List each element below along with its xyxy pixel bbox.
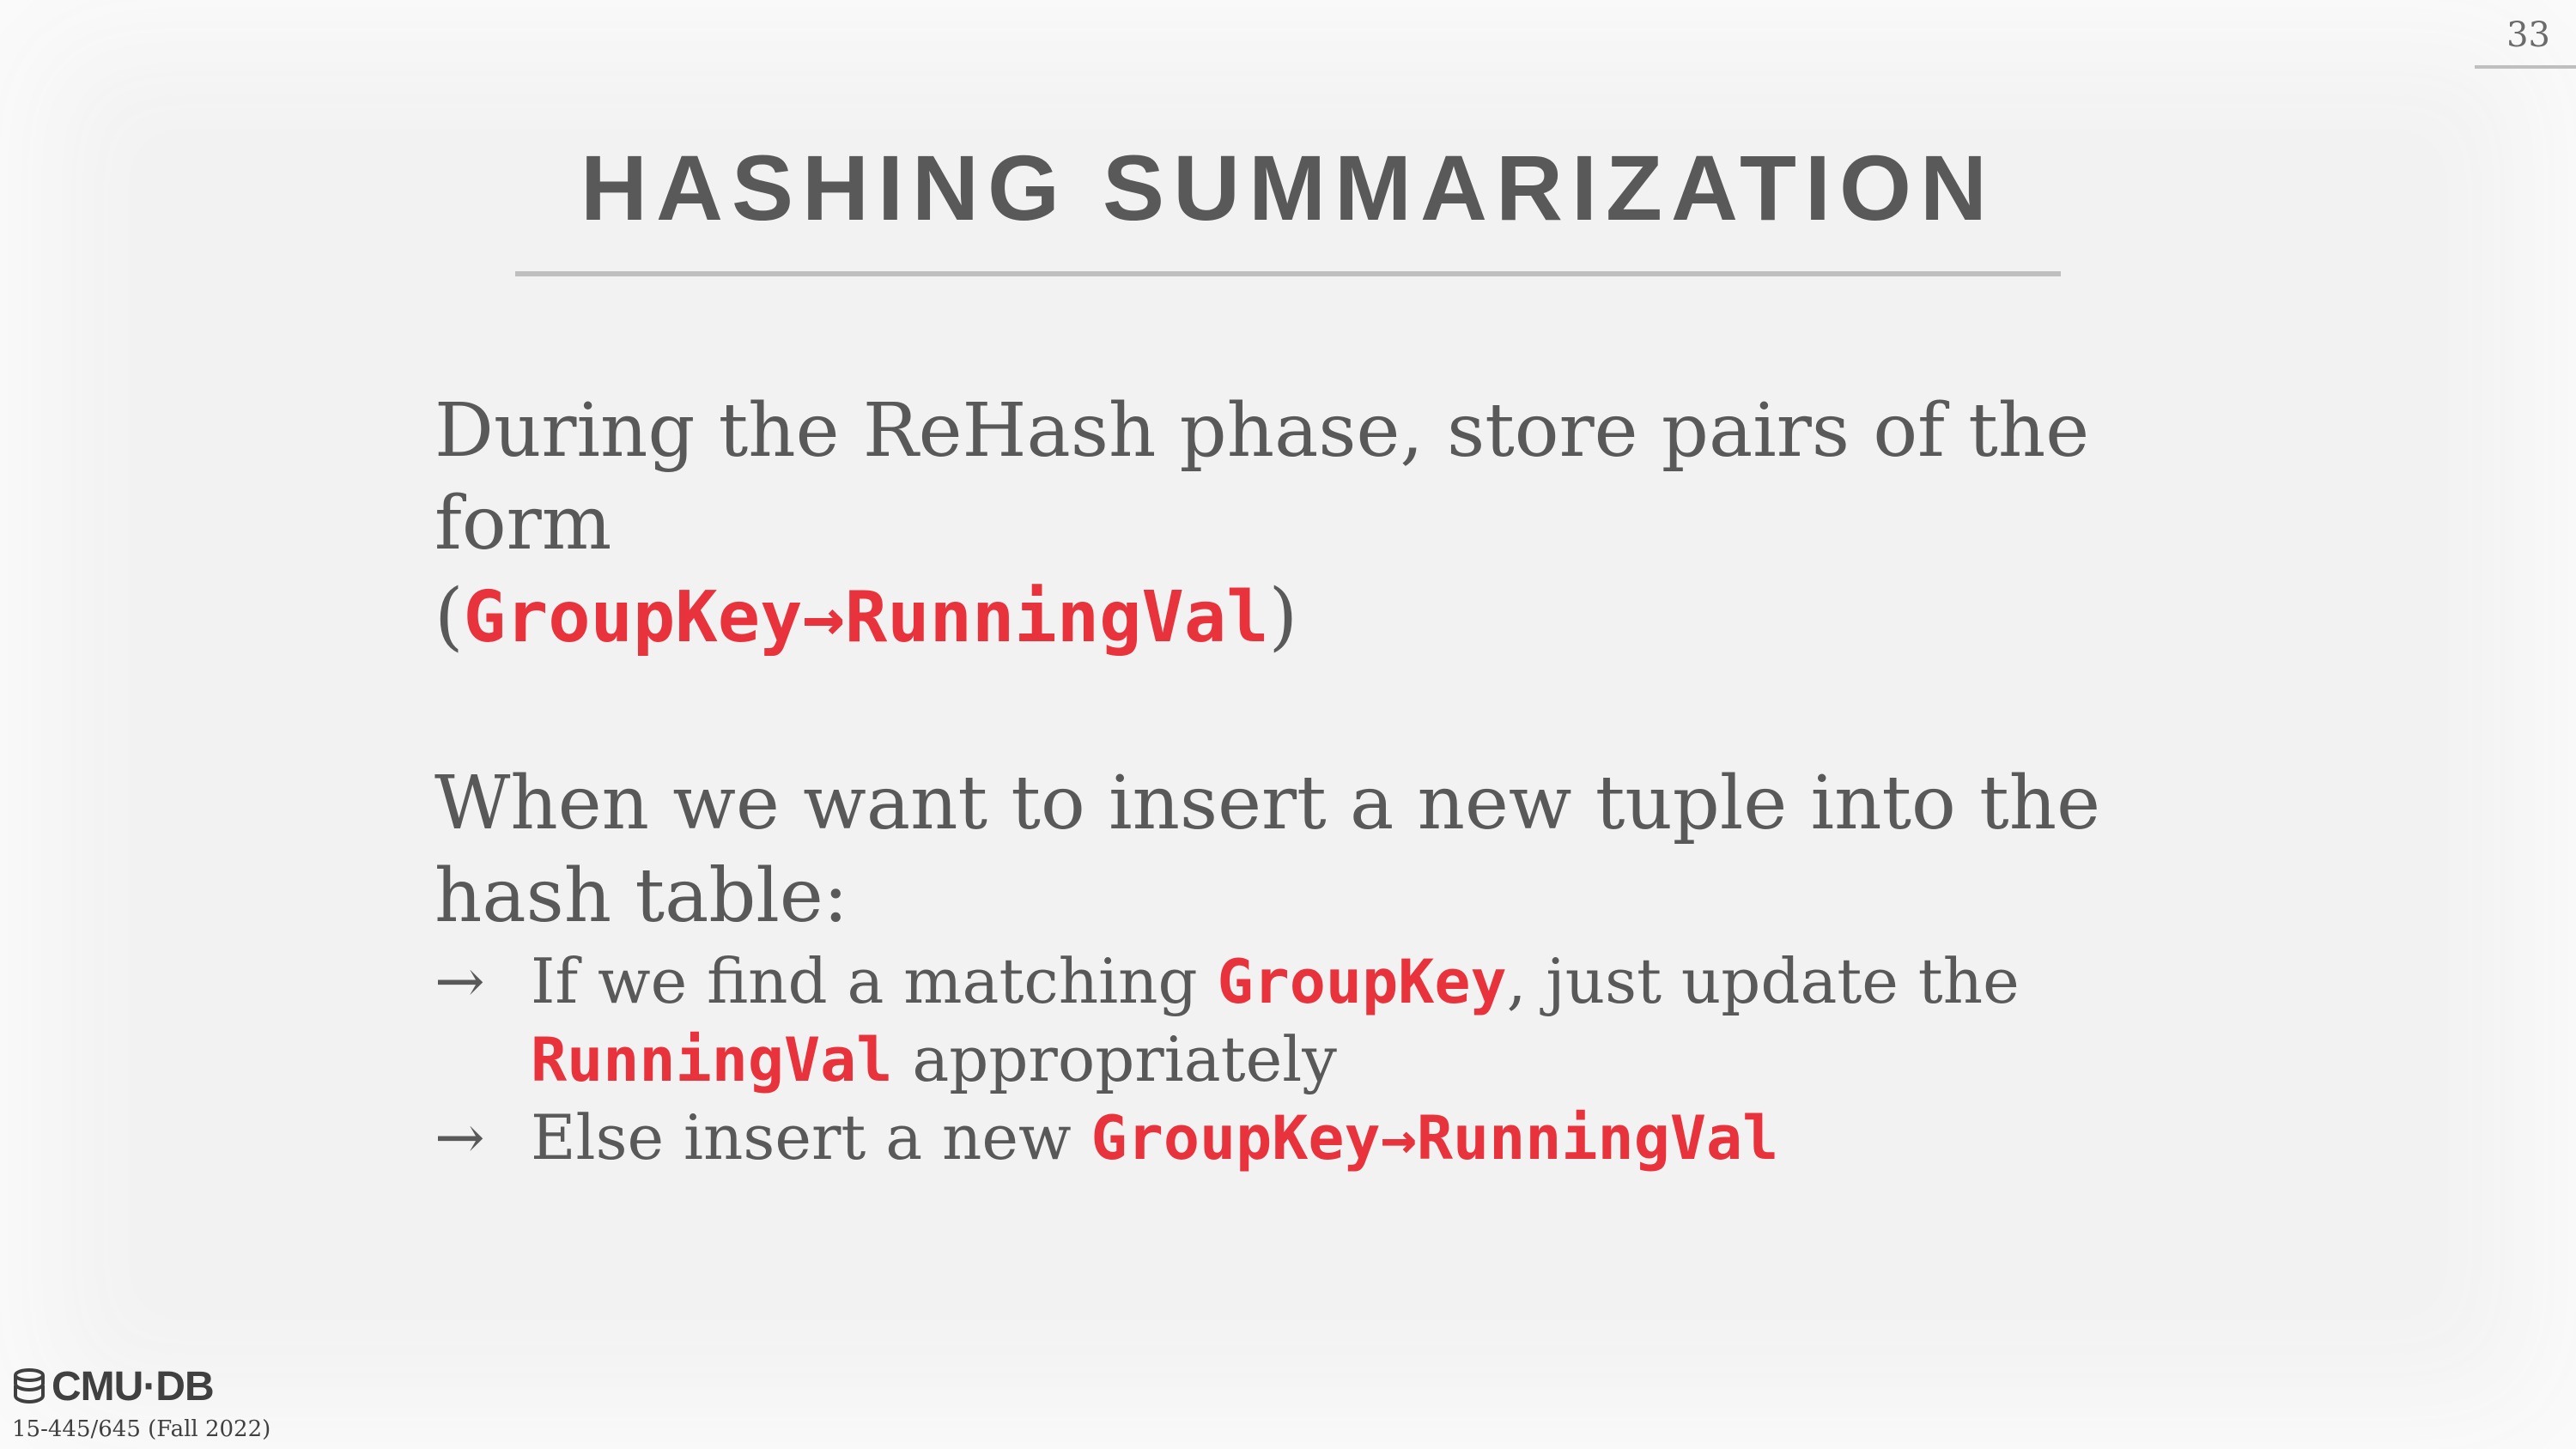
bullet-text: If we find a matching xyxy=(531,945,1218,1017)
bullet-text: appropriately xyxy=(892,1023,1337,1095)
paragraph-insert-text: When we want to insert a new tuple into … xyxy=(434,761,2100,939)
course-label: 15-445/645 (Fall 2022) xyxy=(12,1416,271,1442)
bullet-list: → If we find a matching GroupKey, just u… xyxy=(434,943,2255,1177)
page-number-rule xyxy=(2475,65,2576,69)
bullet-text: Else insert a new xyxy=(531,1101,1091,1173)
logo-text: CMU·DB xyxy=(52,1364,215,1410)
paragraph-insert: When we want to insert a new tuple into … xyxy=(434,757,2255,943)
code-groupkey-runningval: GroupKey→RunningVal xyxy=(1091,1103,1779,1173)
cmu-db-logo: CMU·DB xyxy=(12,1363,215,1410)
slide-title: HASHING SUMMARIZATION xyxy=(580,136,1996,239)
arrow-icon: → xyxy=(434,1102,485,1173)
code-groupkey: GroupKey xyxy=(1217,947,1507,1017)
open-paren: ( xyxy=(434,573,464,659)
slide-body: During the ReHash phase, store pairs of … xyxy=(434,385,2255,1177)
paragraph-rehash: During the ReHash phase, store pairs of … xyxy=(434,385,2255,664)
page-number: 33 xyxy=(2506,15,2550,55)
database-icon xyxy=(14,1367,45,1404)
bullet-text: , just update the xyxy=(1506,945,2020,1017)
code-runningval: RunningVal xyxy=(531,1025,893,1095)
code-groupkey-runningval: GroupKey→RunningVal xyxy=(463,577,1269,658)
slide: 33 HASHING SUMMARIZATION During the ReHa… xyxy=(0,0,2576,1449)
bullet-item-insert: → Else insert a new GroupKey→RunningVal xyxy=(434,1099,2255,1177)
bullet-item-update: → If we find a matching GroupKey, just u… xyxy=(434,943,2255,1099)
paragraph-rehash-text: During the ReHash phase, store pairs of … xyxy=(434,388,2090,567)
title-underline xyxy=(515,271,2061,276)
close-paren: ) xyxy=(1268,573,1298,659)
arrow-icon: → xyxy=(434,946,485,1016)
